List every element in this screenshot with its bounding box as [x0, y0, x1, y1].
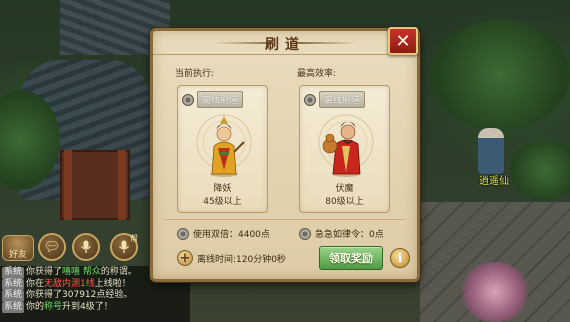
hud-bar: 好友 💬︎ 帮: [0, 229, 150, 265]
pagoda-pillar: [118, 150, 126, 220]
divider: [165, 219, 405, 220]
chat-line: 系统 你的称号升到4级了！: [2, 301, 188, 313]
chat-text: 你获得了307912点经验。: [26, 290, 133, 300]
radio-button[interactable]: [182, 93, 194, 106]
double-points-label: 使用双倍：4400点: [193, 230, 270, 240]
task-card-vanquish-demon[interactable]: 离线刷道 伏魔 80级以上: [299, 85, 390, 213]
microphone-icon: [81, 240, 91, 253]
add-time-button[interactable]: +: [177, 250, 193, 266]
system-tag: 系统: [2, 267, 25, 279]
tree: [510, 140, 570, 200]
chat-highlight[interactable]: 嘻嘻 帮众: [62, 267, 101, 277]
claim-reward-button[interactable]: 领取奖励: [319, 246, 383, 270]
urgent-order-option[interactable]: 急急如律令：0点: [299, 227, 384, 240]
chat-text: 升到4级了！: [62, 301, 113, 312]
card-level-requirement: 80级以上: [325, 197, 364, 207]
double-points-option[interactable]: 使用双倍：4400点: [177, 227, 270, 240]
pagoda-pillar: [64, 150, 72, 220]
guild-tag: 帮: [130, 234, 138, 243]
close-icon: ✕: [395, 30, 411, 52]
card-level-requirement: 45级以上: [203, 197, 242, 207]
chat-highlight[interactable]: 称号: [44, 302, 62, 312]
close-button[interactable]: ✕: [388, 27, 418, 55]
chat-button[interactable]: 💬︎: [38, 233, 66, 261]
tree: [430, 20, 570, 130]
guild-voice-button[interactable]: 帮: [110, 233, 138, 261]
offline-badge: 离线刷道: [197, 91, 244, 108]
offline-time-row: + 离线时间:120分钟0秒: [177, 250, 286, 266]
info-button[interactable]: i: [390, 248, 410, 268]
urgent-order-label: 急急如律令：0点: [315, 230, 384, 240]
card-radio-row: 离线刷道: [304, 91, 366, 108]
blossom-tree: [460, 262, 530, 322]
radio-button[interactable]: [299, 227, 311, 240]
chat-highlight[interactable]: 无敌内测1线: [44, 279, 95, 289]
claim-reward-label: 领取奖励: [329, 252, 373, 265]
chat-text: 你的: [26, 301, 45, 312]
demon-vanquisher-portrait-icon: [318, 114, 374, 177]
card-title: 伏魔: [335, 184, 354, 194]
chat-text: 的称谓。: [100, 267, 137, 277]
card-title: 降妖: [213, 184, 232, 194]
brush-dao-dialog: 刷道 ✕ 当前执行: 最高效率: 离线刷道 降妖 45级以上 离线刷道 伏魔 8…: [150, 27, 420, 282]
info-icon: i: [397, 251, 403, 265]
npc-name-label[interactable]: 逍遥仙: [464, 172, 524, 187]
chat-line: 系统 你获得了307912点经验。: [2, 290, 188, 302]
chat-bubble-icon: 💬︎: [43, 239, 61, 255]
chat-text: 你获得了: [26, 267, 63, 277]
npc-character[interactable]: [478, 128, 504, 174]
offline-time-text: 离线时间:120分钟0秒: [197, 254, 286, 265]
dialog-header: 刷道: [153, 31, 417, 55]
demon-subduer-portrait-icon: [196, 114, 252, 177]
best-efficiency-label: 最高效率:: [297, 69, 337, 79]
radio-button[interactable]: [177, 227, 189, 240]
friends-button[interactable]: 好友: [2, 235, 34, 261]
system-tag: 系统: [2, 290, 25, 302]
chat-text: 你在: [26, 278, 45, 289]
microphone-icon: [119, 240, 129, 253]
offline-badge: 离线刷道: [319, 91, 366, 108]
voice-button[interactable]: [72, 233, 100, 261]
system-tag: 系统: [2, 278, 25, 290]
system-tag: 系统: [2, 301, 25, 313]
current-task-label: 当前执行:: [175, 69, 215, 79]
friends-label: 好友: [8, 250, 27, 260]
chat-text: 上线啦！: [94, 278, 131, 289]
task-card-subdue-demon[interactable]: 离线刷道 降妖 45级以上: [177, 85, 268, 213]
radio-button[interactable]: [304, 93, 316, 106]
dialog-title: 刷道: [265, 37, 305, 53]
plus-icon: +: [179, 250, 191, 266]
card-radio-row: 离线刷道: [182, 91, 244, 108]
